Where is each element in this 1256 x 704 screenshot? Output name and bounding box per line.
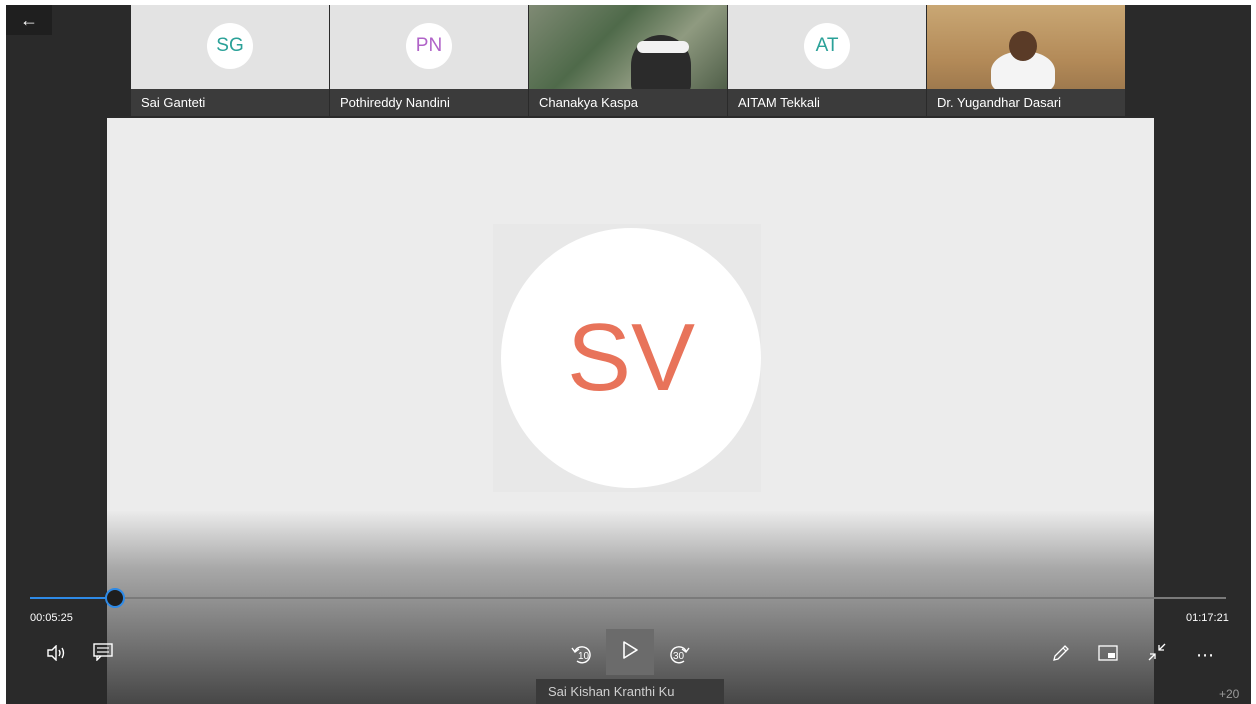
- pencil-icon: [1051, 643, 1071, 667]
- participant-name: AITAM Tekkali: [728, 89, 926, 116]
- participant-tile[interactable]: PN Pothireddy Nandini: [330, 5, 528, 116]
- skip-forward-icon: 30: [666, 641, 692, 667]
- active-speaker-avatar-box: SV: [493, 224, 761, 492]
- headband: [637, 41, 689, 53]
- participant-avatar: AT: [804, 23, 850, 69]
- play-button[interactable]: [606, 629, 654, 675]
- participant-head: [1009, 31, 1037, 61]
- participant-tile[interactable]: Dr. Yugandhar Dasari: [927, 5, 1125, 116]
- total-time: 01:17:21: [1186, 612, 1229, 624]
- participant-thumbnails: SG Sai Ganteti PN Pothireddy Nandini Cha…: [131, 5, 1126, 116]
- seek-thumb[interactable]: [104, 588, 125, 608]
- participant-avatar: SG: [207, 23, 253, 69]
- video-player: ← SG Sai Ganteti PN Pothireddy Nandini C…: [6, 5, 1251, 704]
- skip-back-button[interactable]: 10: [567, 639, 597, 669]
- speaker-name-tooltip: Sai Kishan Kranthi Ku: [536, 679, 724, 704]
- participant-tile[interactable]: Chanakya Kaspa: [529, 5, 727, 116]
- arrow-left-icon: ←: [20, 9, 38, 30]
- speaker-icon: [46, 644, 68, 665]
- more-options-button[interactable]: ⋯: [1192, 643, 1218, 667]
- participant-overflow-count[interactable]: +20: [1219, 687, 1239, 701]
- skip-back-icon: 10: [569, 641, 595, 667]
- mini-view-icon: [1098, 645, 1118, 665]
- participant-avatar: PN: [406, 23, 452, 69]
- back-button[interactable]: ←: [6, 5, 52, 35]
- mini-view-button[interactable]: [1096, 643, 1120, 667]
- captions-icon: [93, 643, 113, 665]
- collapse-icon: [1146, 641, 1168, 667]
- seek-progress: [30, 597, 114, 599]
- skip-back-label: 10: [578, 651, 590, 662]
- ellipsis-icon: ⋯: [1196, 644, 1214, 665]
- exit-fullscreen-button[interactable]: [1144, 641, 1170, 667]
- play-icon: [621, 640, 639, 665]
- skip-forward-button[interactable]: 30: [664, 639, 694, 669]
- participant-name: Dr. Yugandhar Dasari: [927, 89, 1125, 116]
- participant-name: Chanakya Kaspa: [529, 89, 727, 116]
- annotate-button[interactable]: [1049, 643, 1073, 667]
- participant-tile[interactable]: AT AITAM Tekkali: [728, 5, 926, 116]
- skip-forward-label: 30: [673, 651, 685, 662]
- participant-tile[interactable]: SG Sai Ganteti: [131, 5, 329, 116]
- participant-name: Sai Ganteti: [131, 89, 329, 116]
- participant-name: Pothireddy Nandini: [330, 89, 528, 116]
- volume-button[interactable]: [44, 644, 70, 666]
- current-time: 00:05:25: [30, 612, 73, 624]
- active-speaker-avatar: SV: [501, 228, 761, 488]
- seek-bar[interactable]: [30, 588, 1226, 608]
- captions-button[interactable]: [91, 643, 115, 665]
